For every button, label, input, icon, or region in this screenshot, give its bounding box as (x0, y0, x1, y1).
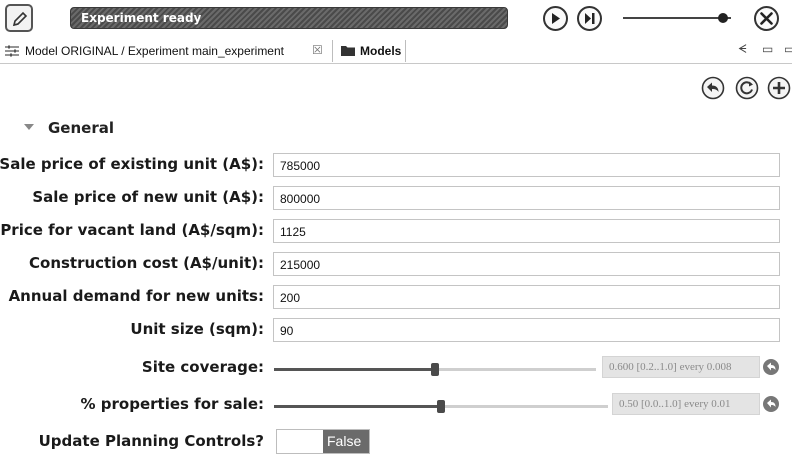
site-coverage-slider-fill (274, 368, 435, 371)
reset-site-coverage-icon[interactable] (762, 358, 780, 376)
field-label-construction-cost: Construction cost (A$/unit): (29, 254, 264, 272)
properties-for-sale-slider-thumb[interactable] (437, 400, 445, 413)
field-label-unit-size: Unit size (sqm): (130, 320, 264, 338)
close-icon[interactable] (753, 5, 780, 32)
step-forward-icon[interactable] (577, 6, 602, 31)
status-bar: Experiment ready (70, 7, 508, 29)
land-price-input[interactable]: 1125 (273, 219, 780, 243)
top-toolbar: Experiment ready (0, 0, 792, 40)
field-label-existing-price: Sale price of existing unit (A$): (0, 155, 264, 173)
undo-icon[interactable] (701, 76, 725, 100)
refresh-icon[interactable] (735, 76, 759, 100)
site-coverage-slider-thumb[interactable] (431, 363, 439, 376)
section-general[interactable]: General (24, 119, 114, 137)
properties-for-sale-slider-fill (274, 405, 441, 408)
folder-icon (341, 46, 355, 56)
pencil-icon[interactable] (5, 4, 33, 32)
tab-models[interactable]: Models (336, 40, 406, 62)
unit-size-input[interactable]: 90 (273, 318, 780, 342)
properties-icon (5, 45, 19, 57)
tab-experiment-label: Model ORIGINAL / Experiment main_experim… (25, 44, 284, 58)
existing-price-input[interactable]: 785000 (273, 153, 780, 177)
tab-close-icon[interactable]: ☒ (312, 43, 323, 57)
toggle-value: False (323, 430, 369, 453)
speed-slider-knob[interactable] (718, 13, 728, 23)
status-text: Experiment ready (81, 11, 202, 25)
new-price-input[interactable]: 800000 (273, 186, 780, 210)
site-coverage-readout: 0.600 [0.2..1.0] every 0.008 (602, 356, 760, 378)
slider-label-site-coverage: Site coverage: (141, 358, 264, 376)
restore-icon[interactable]: ▭ (762, 42, 773, 56)
properties-for-sale-readout: 0.50 [0.0..1.0] every 0.01 (612, 393, 760, 415)
minimize-icon[interactable]: ᗕ (738, 42, 747, 57)
collapse-arrow-icon[interactable] (24, 123, 34, 130)
play-icon[interactable] (543, 6, 568, 31)
field-label-annual-demand: Annual demand for new units: (8, 287, 264, 305)
section-title: General (48, 119, 114, 137)
add-icon[interactable] (767, 76, 791, 100)
properties-for-sale-slider[interactable] (274, 400, 608, 413)
slider-label-properties-for-sale: % properties for sale: (80, 395, 264, 413)
construction-cost-input[interactable]: 215000 (273, 252, 780, 276)
maximize-icon[interactable]: ▭ (784, 42, 792, 56)
site-coverage-slider[interactable] (274, 363, 596, 376)
field-label-new-price: Sale price of new unit (A$): (32, 188, 264, 206)
speed-slider-track[interactable] (623, 17, 731, 19)
tab-experiment[interactable]: Model ORIGINAL / Experiment main_experim… (0, 40, 333, 62)
editor-tab-row: Model ORIGINAL / Experiment main_experim… (0, 38, 792, 64)
planning-controls-toggle[interactable]: False (276, 429, 370, 454)
toggle-label-planning-controls: Update Planning Controls? (38, 432, 264, 450)
annual-demand-input[interactable]: 200 (273, 285, 780, 309)
tab-models-label: Models (360, 44, 402, 58)
reset-properties-for-sale-icon[interactable] (762, 395, 780, 413)
field-label-land-price: Price for vacant land (A$/sqm): (0, 221, 264, 239)
